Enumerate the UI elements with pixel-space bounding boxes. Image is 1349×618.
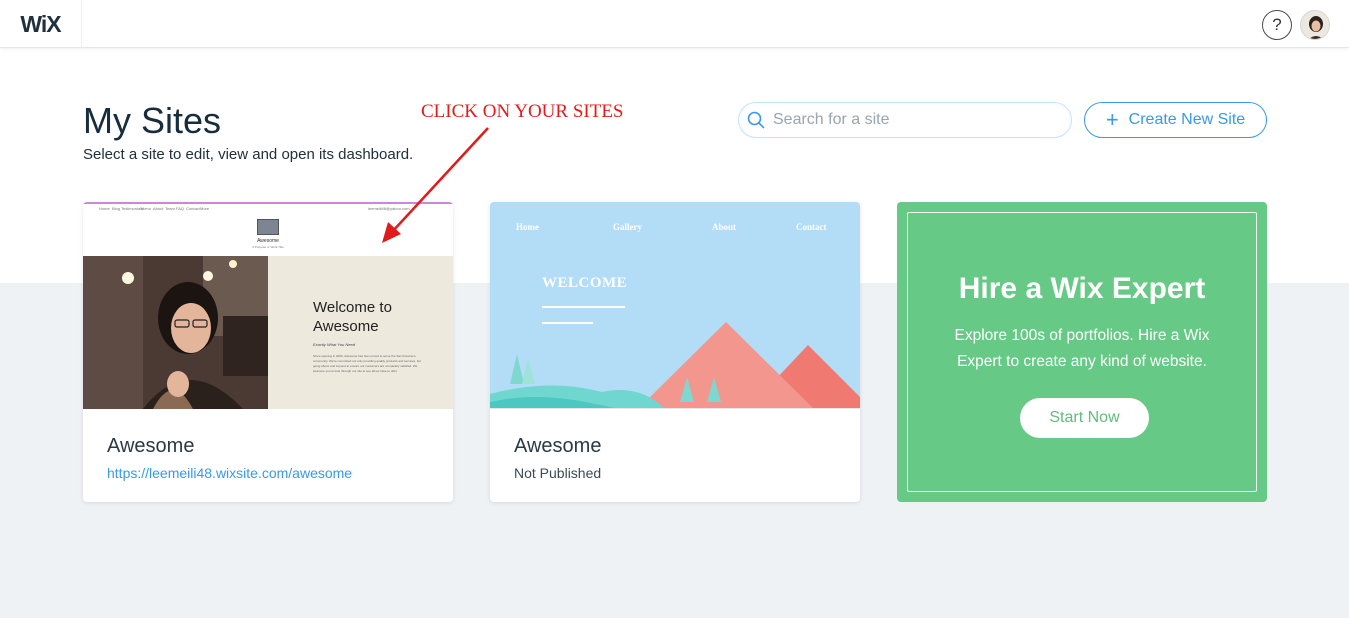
thumb-welcome-text: Welcome to Awesome <box>313 299 392 335</box>
thumb-paragraph: Since opening in 2000, Awesome has been … <box>313 354 422 373</box>
page-title: My Sites <box>83 100 222 141</box>
site-name: Awesome <box>514 435 602 457</box>
annotation-arrow-icon <box>382 127 489 243</box>
thumb-welcome-panel: Welcome to Awesome Exactly What You Need… <box>268 256 453 409</box>
thumb-photo <box>83 256 268 409</box>
search-icon <box>747 111 765 129</box>
wix-logo-text: WiX <box>20 10 61 37</box>
help-icon: ? <box>1272 15 1282 34</box>
thumb-logo-icon <box>257 219 279 235</box>
hire-expert-title: Hire a Wix Expert <box>958 272 1206 305</box>
site-url-link[interactable]: https://leemeili48.wixsite.com/awesome <box>107 465 367 481</box>
search-input[interactable] <box>773 111 1063 129</box>
user-avatar[interactable] <box>1300 10 1330 40</box>
wix-logo[interactable]: WiX <box>0 0 82 48</box>
start-now-button[interactable]: Start Now <box>1020 398 1149 438</box>
page-subtitle: Select a site to edit, view and open its… <box>83 146 414 163</box>
site-status: Not Published <box>514 465 602 481</box>
search-box[interactable] <box>738 102 1072 138</box>
mountain-illustration-icon <box>490 322 860 409</box>
plus-icon: + <box>1105 107 1119 132</box>
thumb-subheading: Exactly What You Need <box>313 342 355 347</box>
site-card-awesome-unpublished[interactable]: Home Gallery About Contact WELCOME Aweso… <box>490 202 860 502</box>
hire-expert-card: Hire a Wix Expert Explore 100s of portfo… <box>897 202 1267 502</box>
site-name: Awesome <box>107 435 195 457</box>
avatar-photo-icon <box>1301 11 1329 39</box>
create-new-site-label: Create New Site <box>1128 111 1246 128</box>
top-bar: WiX ? <box>0 0 1349 48</box>
hire-expert-description: Explore 100s of portfolios. Hire a Wix E… <box>954 327 1210 370</box>
site-thumbnail[interactable]: Home Gallery About Contact WELCOME <box>490 202 860 409</box>
create-new-site-button[interactable]: + Create New Site <box>1084 102 1267 138</box>
person-photo-icon <box>83 256 268 409</box>
help-button[interactable]: ? <box>1262 10 1292 40</box>
